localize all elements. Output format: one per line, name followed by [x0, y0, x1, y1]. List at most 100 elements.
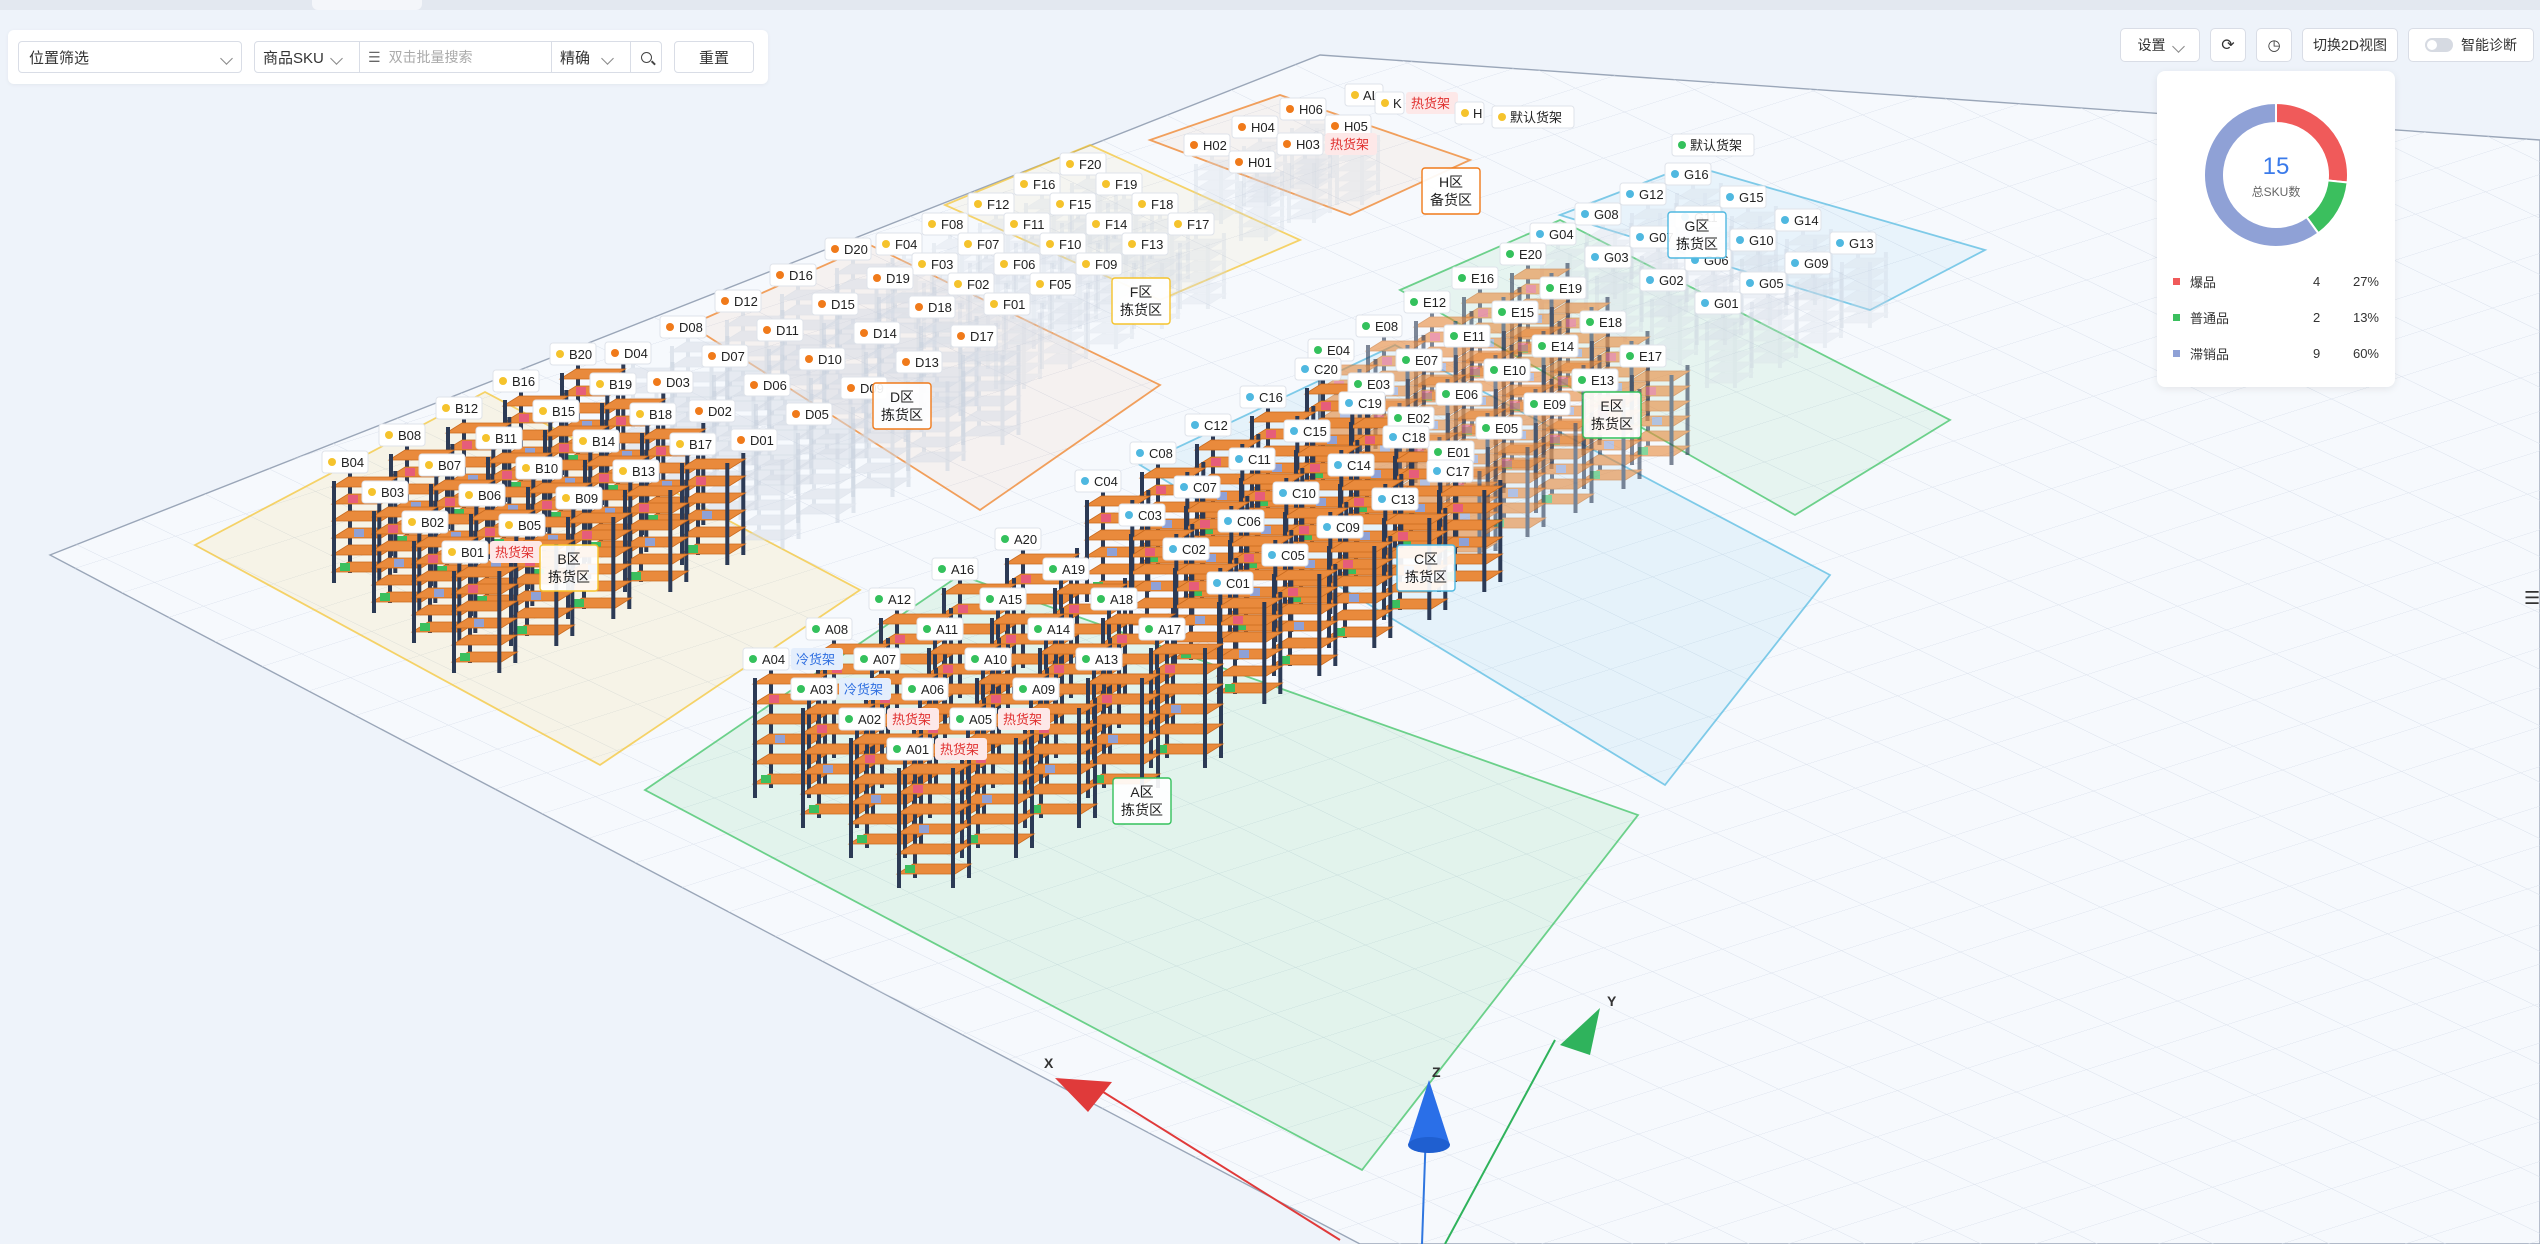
location-filter-select[interactable]: 位置筛选: [18, 41, 242, 73]
rack-label-e09[interactable]: E09: [1523, 392, 1571, 416]
zone-title-e[interactable]: E区拣货区: [1582, 391, 1642, 439]
rack-label-a14[interactable]: A14: [1027, 617, 1075, 641]
rack-label-c14[interactable]: C14: [1327, 453, 1375, 477]
rack-label-a20[interactable]: A20: [994, 527, 1042, 551]
rack-label-h06[interactable]: H06: [1279, 97, 1327, 121]
rack-label-b08[interactable]: B08: [378, 423, 426, 447]
floating-label-4[interactable]: 默认货架: [1491, 105, 1575, 129]
rack-label-a17[interactable]: A17: [1138, 617, 1186, 641]
rack-label-e19[interactable]: E19: [1539, 276, 1587, 300]
rack-label-f03[interactable]: F03: [911, 252, 959, 276]
rack-label-b16[interactable]: B16: [492, 369, 540, 393]
rack-label-a08[interactable]: A08: [805, 617, 853, 641]
rack-label-g08[interactable]: G08: [1574, 202, 1622, 226]
rack-label-d17[interactable]: D17: [950, 324, 998, 348]
rack-label-c09[interactable]: C09: [1316, 515, 1364, 539]
rack-label-c07[interactable]: C07: [1173, 475, 1221, 499]
rack-label-b06[interactable]: B06: [458, 483, 506, 507]
smart-diagnosis-toggle[interactable]: 智能诊断: [2408, 28, 2534, 62]
rack-label-g10[interactable]: G10: [1729, 228, 1777, 252]
rack-label-e16[interactable]: E16: [1451, 266, 1499, 290]
history-button[interactable]: ◷: [2256, 28, 2292, 62]
rack-label-b04[interactable]: B04: [321, 450, 369, 474]
rack-label-a13[interactable]: A13: [1075, 647, 1123, 671]
rack-label-a18[interactable]: A18: [1090, 587, 1138, 611]
zone-title-a[interactable]: A区拣货区: [1112, 777, 1172, 825]
rack-label-a05[interactable]: A05 热货架: [949, 707, 1050, 731]
rack-label-e15[interactable]: E15: [1491, 300, 1539, 324]
rack-label-d01[interactable]: D01: [730, 428, 778, 452]
rack-label-c05[interactable]: C05: [1261, 543, 1309, 567]
rack-label-d05[interactable]: D05: [785, 402, 833, 426]
rack-label-f08[interactable]: F08: [921, 212, 969, 236]
zone-title-c[interactable]: C区拣货区: [1396, 544, 1456, 592]
rack-label-e18[interactable]: E18: [1579, 310, 1627, 334]
rack-label-d16[interactable]: D16: [769, 263, 817, 287]
rack-label-b14[interactable]: B14: [572, 429, 620, 453]
settings-button[interactable]: 设置: [2120, 28, 2200, 62]
rack-label-a11[interactable]: A11: [916, 617, 964, 641]
rack-label-c01[interactable]: C01: [1206, 571, 1254, 595]
rack-label-h02[interactable]: H02: [1183, 133, 1231, 157]
rack-label-a03[interactable]: A03 冷货架: [790, 677, 891, 701]
side-panel-toggle-icon[interactable]: ☰: [2524, 588, 2540, 609]
rack-label-b10[interactable]: B10: [515, 456, 563, 480]
rack-label-d03[interactable]: D03: [646, 370, 694, 394]
zone-title-f[interactable]: F区拣货区: [1111, 277, 1171, 325]
rack-label-e20[interactable]: E20: [1499, 242, 1547, 266]
rack-label-a19[interactable]: A19: [1042, 557, 1090, 581]
rack-label-g14[interactable]: G14: [1774, 208, 1822, 232]
zone-title-d[interactable]: D区拣货区: [872, 382, 932, 430]
rack-label-g05[interactable]: G05: [1739, 271, 1787, 295]
rack-label-a09[interactable]: A09: [1012, 677, 1060, 701]
rack-label-f19[interactable]: F19: [1095, 172, 1143, 196]
match-mode-select[interactable]: 精确: [552, 42, 631, 72]
refresh-button[interactable]: ⟳: [2210, 28, 2246, 62]
rack-label-a15[interactable]: A15: [979, 587, 1027, 611]
rack-label-c16[interactable]: C16: [1239, 385, 1287, 409]
rack-label-e07[interactable]: E07: [1395, 348, 1443, 372]
rack-label-c11[interactable]: C11: [1228, 447, 1276, 471]
rack-label-b02[interactable]: B02: [401, 510, 449, 534]
rack-label-d14[interactable]: D14: [853, 321, 901, 345]
rack-label-c19[interactable]: C19: [1338, 391, 1386, 415]
rack-label-b01[interactable]: B01 热货架: [441, 540, 542, 564]
rack-label-b11[interactable]: B11: [475, 426, 523, 450]
rack-label-f13[interactable]: F13: [1121, 232, 1169, 256]
rack-label-f01[interactable]: F01: [983, 292, 1031, 316]
rack-label-b12[interactable]: B12: [435, 396, 483, 420]
rack-label-b17[interactable]: B17: [669, 432, 717, 456]
rack-label-b15[interactable]: B15: [532, 399, 580, 423]
rack-label-g04[interactable]: G04: [1529, 222, 1577, 246]
rack-label-g16[interactable]: G16: [1664, 162, 1712, 186]
rack-label-f06[interactable]: F06: [993, 252, 1041, 276]
rack-label-d18[interactable]: D18: [908, 295, 956, 319]
rack-label-g01[interactable]: G01: [1694, 291, 1742, 315]
search-button[interactable]: [631, 42, 661, 72]
rack-label-g03[interactable]: G03: [1584, 245, 1632, 269]
rack-label-d04[interactable]: D04: [604, 341, 652, 365]
rack-label-d07[interactable]: D07: [701, 344, 749, 368]
rack-label-c02[interactable]: C02: [1162, 537, 1210, 561]
rack-label-g13[interactable]: G13: [1829, 231, 1877, 255]
rack-label-c15[interactable]: C15: [1283, 419, 1331, 443]
rack-label-d15[interactable]: D15: [811, 292, 859, 316]
rack-label-a16[interactable]: A16: [931, 557, 979, 581]
rack-label-f16[interactable]: F16: [1013, 172, 1061, 196]
rack-label-b07[interactable]: B07: [418, 453, 466, 477]
rack-label-b05[interactable]: B05: [498, 513, 546, 537]
rack-label-g15[interactable]: G15: [1719, 185, 1767, 209]
sku-field-select[interactable]: 商品SKU: [255, 42, 360, 72]
rack-label-a06[interactable]: A06: [901, 677, 949, 701]
floating-label-3[interactable]: H: [1454, 101, 1485, 125]
rack-label-e17[interactable]: E17: [1619, 344, 1667, 368]
rack-label-d10[interactable]: D10: [798, 347, 846, 371]
rack-label-c06[interactable]: C06: [1217, 509, 1265, 533]
rack-label-b19[interactable]: B19: [589, 372, 637, 396]
rack-label-b03[interactable]: B03: [361, 480, 409, 504]
rack-label-d13[interactable]: D13: [895, 350, 943, 374]
rack-label-e11[interactable]: E11: [1443, 324, 1491, 348]
rack-label-e06[interactable]: E06: [1435, 382, 1483, 406]
rack-label-a12[interactable]: A12: [868, 587, 916, 611]
rack-label-e14[interactable]: E14: [1531, 334, 1579, 358]
